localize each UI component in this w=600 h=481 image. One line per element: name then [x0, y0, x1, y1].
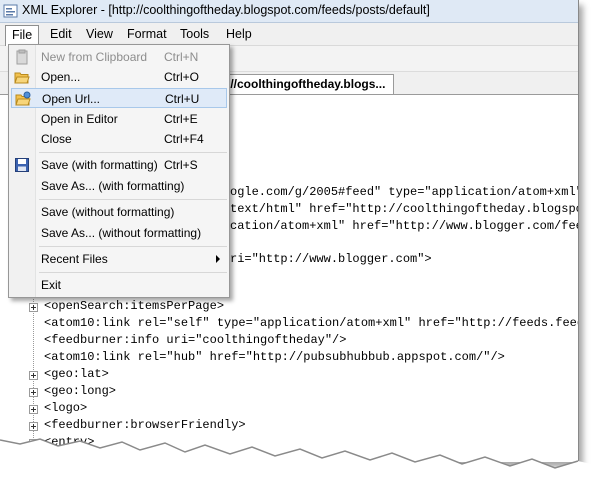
- menu-item-open-url[interactable]: Open Url... Ctrl+U: [11, 88, 227, 108]
- xml-node[interactable]: <openSearch:itemsPerPage>: [44, 298, 224, 314]
- xml-node[interactable]: <feedburner:info uri="coolthingoftheday"…: [44, 332, 346, 348]
- menu-item-save-as-without-formatting[interactable]: Save As... (without formatting): [11, 223, 227, 243]
- menu-separator: [39, 246, 227, 247]
- title-bar[interactable]: XML Explorer - [http://coolthingoftheday…: [0, 0, 578, 23]
- expand-icon[interactable]: [29, 388, 38, 397]
- xml-node[interactable]: <geo:long>: [44, 383, 116, 399]
- folder-open-icon: [14, 72, 30, 84]
- menu-separator: [39, 272, 227, 273]
- xml-node[interactable]: <atom10:link rel="self" type="applicatio…: [44, 315, 578, 331]
- menu-item-close[interactable]: Close Ctrl+F4: [11, 129, 227, 149]
- menu-item-recent-files[interactable]: Recent Files: [11, 249, 227, 269]
- file-menu-dropdown: New from Clipboard Ctrl+N Open... Ctrl+O…: [8, 44, 230, 298]
- menu-item-new-from-clipboard[interactable]: New from Clipboard Ctrl+N: [11, 47, 227, 67]
- menu-format[interactable]: Format: [121, 26, 173, 42]
- expand-icon[interactable]: [29, 371, 38, 380]
- document-tab[interactable]: tp://coolthingoftheday.blogs...: [206, 74, 395, 94]
- save-disk-icon: [15, 158, 29, 172]
- xml-line-partial-2: text/html" href="http://coolthingoftheda…: [230, 202, 579, 216]
- folder-url-icon: [15, 91, 31, 106]
- menu-separator: [39, 199, 227, 200]
- xml-line-partial-1: ogle.com/g/2005#feed" type="application/…: [230, 185, 579, 199]
- torn-edge-decoration: [0, 438, 600, 481]
- menu-item-save-as-with-formatting[interactable]: Save As... (with formatting): [11, 176, 227, 196]
- menu-item-open[interactable]: Open... Ctrl+O: [11, 67, 227, 87]
- menu-view[interactable]: View: [80, 26, 119, 42]
- app-icon: [3, 4, 18, 18]
- menu-item-open-in-editor[interactable]: Open in Editor Ctrl+E: [11, 109, 227, 129]
- menu-tools[interactable]: Tools: [174, 26, 215, 42]
- xml-line-partial-3: cation/atom+xml" href="http://www.blogge…: [230, 219, 579, 233]
- menu-item-exit[interactable]: Exit: [11, 275, 227, 295]
- menu-file[interactable]: File: [5, 25, 40, 46]
- xml-node[interactable]: <atom10:link rel="hub" href="http://pubs…: [44, 349, 505, 365]
- window-title: XML Explorer - [http://coolthingoftheday…: [22, 3, 430, 17]
- menu-edit[interactable]: Edit: [44, 26, 78, 42]
- xml-node[interactable]: <geo:lat>: [44, 366, 109, 382]
- expand-icon[interactable]: [29, 303, 38, 312]
- menu-item-save-without-formatting[interactable]: Save (without formatting): [11, 202, 227, 222]
- menu-item-save-with-formatting[interactable]: Save (with formatting) Ctrl+S: [11, 155, 227, 175]
- xml-explorer-window: XML Explorer - [http://coolthingoftheday…: [0, 0, 579, 462]
- menu-separator: [39, 152, 227, 153]
- expand-icon[interactable]: [29, 405, 38, 414]
- menu-bar: File Edit View Format Tools Help: [0, 23, 578, 46]
- xml-node[interactable]: <logo>: [44, 400, 87, 416]
- xml-line-partial-4: ri="http://www.blogger.com">: [230, 252, 432, 266]
- clipboard-icon: [16, 49, 28, 65]
- menu-help[interactable]: Help: [220, 26, 258, 42]
- submenu-arrow-icon: [216, 255, 220, 263]
